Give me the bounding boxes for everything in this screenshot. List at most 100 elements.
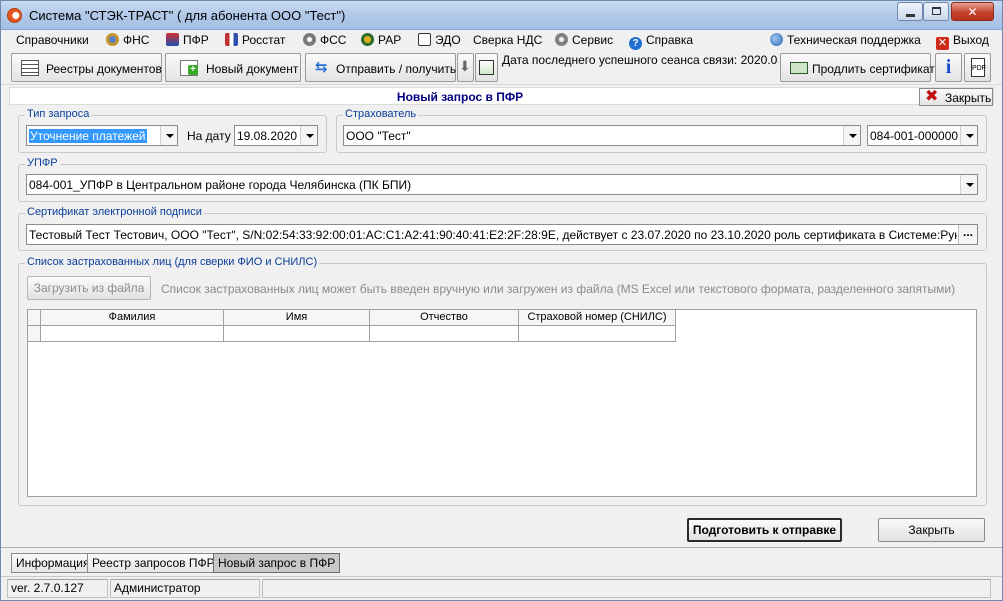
insurer-reg-number: 084-001-000000 (870, 129, 959, 143)
new-document-button[interactable]: + Новый документ (165, 53, 301, 82)
chevron-down-icon[interactable] (960, 175, 977, 194)
extend-certificate-label: Продлить сертификат (812, 62, 935, 76)
row-indicator (28, 326, 41, 342)
menu-exit-label: Выход (953, 33, 989, 47)
new-document-label: Новый документ (206, 62, 299, 76)
send-receive-label: Отправить / получить (336, 62, 457, 76)
column-header-snils[interactable]: Страховой номер (СНИЛС) (519, 310, 676, 326)
maximize-button[interactable] (923, 2, 949, 21)
date-label: На дату (187, 129, 231, 143)
menu-fns-label: ФНС (123, 33, 150, 47)
menu-directories[interactable]: Справочники (16, 33, 89, 47)
app-window: Система "СТЭК-ТРАСТ" ( для абонента ООО … (0, 0, 1003, 601)
add-icon: + (188, 65, 198, 75)
menu-rosstat[interactable]: Росстат (225, 33, 285, 47)
insurer-select[interactable]: ООО "Тест" (343, 125, 861, 146)
extend-certificate-button[interactable]: Продлить сертификат (780, 53, 935, 82)
send-receive-button[interactable]: ⇆ Отправить / получить (305, 53, 456, 82)
last-session-text: Дата последнего успешного сеанса связи: … (502, 53, 778, 67)
menu-help[interactable]: ? Справка (629, 33, 693, 50)
menu-bar: Справочники ФНС ПФР Росстат ФСС РАР ЭДО … (1, 30, 1002, 51)
request-type-select[interactable]: Уточнение платежей (26, 125, 178, 146)
title-bar: Система "СТЭК-ТРАСТ" ( для абонента ООО … (1, 1, 1002, 30)
registries-button[interactable]: Реестры документов (11, 53, 162, 82)
fns-icon (106, 33, 119, 46)
insured-persons-table[interactable]: Фамилия Имя Отчество Страховой номер (СН… (27, 309, 977, 497)
menu-rar-label: РАР (378, 33, 402, 47)
rar-icon (361, 33, 374, 46)
chevron-down-icon[interactable] (843, 126, 860, 145)
download-arrow-button[interactable]: ⬇ (457, 53, 474, 82)
upfr-select[interactable]: 084-001_УПФР в Центральном районе города… (26, 174, 978, 195)
chevron-down-icon[interactable] (300, 126, 317, 145)
request-type-legend: Тип запроса (25, 108, 92, 120)
column-header-name[interactable]: Имя (224, 310, 370, 326)
insurer-legend: Страхователь (343, 108, 419, 120)
form-header: Новый запрос в ПФР (9, 87, 994, 105)
cell-surname[interactable] (41, 326, 224, 342)
help-icon: ? (629, 37, 642, 50)
column-header-patronymic[interactable]: Отчество (370, 310, 519, 326)
window-title: Система "СТЭК-ТРАСТ" ( для абонента ООО … (29, 8, 346, 23)
send-receive-icon: ⇆ (315, 59, 328, 76)
close-icon: ✕ (967, 5, 978, 19)
menu-fns[interactable]: ФНС (106, 33, 149, 47)
pdf-icon: PDF (971, 58, 986, 77)
tab-information[interactable]: Информация (11, 553, 95, 573)
menu-service-label: Сервис (572, 33, 614, 47)
document-tabs: Информация Реестр запросов ПФР Новый зап… (1, 547, 1002, 574)
load-from-file-button[interactable]: Загрузить из файла (27, 276, 151, 300)
version-panel: ver. 2.7.0.127 (7, 579, 108, 598)
certificate-value: Тестовый Тест Тестович, ООО "Тест", S/N:… (29, 228, 957, 242)
insured-list-legend: Список застрахованных лиц (для сверки ФИ… (25, 256, 320, 268)
insured-list-hint: Список застрахованных лиц может быть вве… (161, 282, 956, 296)
cell-name[interactable] (224, 326, 370, 342)
minimize-button[interactable] (897, 2, 923, 21)
certificate-browse-button[interactable]: ... (958, 225, 977, 244)
menu-service[interactable]: Сервис (555, 33, 613, 47)
chevron-down-icon[interactable] (160, 126, 177, 145)
toolbar: Реестры документов + Новый документ ⇆ От… (1, 51, 1002, 85)
upfr-value: 084-001_УПФР в Центральном районе города… (29, 178, 412, 192)
pfr-icon (166, 33, 179, 46)
registry-list-icon (21, 60, 39, 76)
prepare-to-send-button[interactable]: Подготовить к отправке (687, 518, 842, 542)
close-red-x-icon: ✖ (925, 88, 939, 105)
insurer-reg-number-select[interactable]: 084-001-000000 (867, 125, 978, 146)
column-header-surname[interactable]: Фамилия (41, 310, 224, 326)
menu-pfr[interactable]: ПФР (166, 33, 209, 47)
certificate-field[interactable]: Тестовый Тест Тестович, ООО "Тест", S/N:… (26, 224, 978, 245)
menu-exit[interactable]: ✕ Выход (936, 33, 989, 50)
cell-snils[interactable] (519, 326, 676, 342)
menu-vat-reconciliation[interactable]: Сверка НДС (473, 33, 542, 47)
certificate-icon (790, 62, 808, 74)
tab-new-pfr-request[interactable]: Новый запрос в ПФР (213, 553, 341, 573)
menu-pfr-label: ПФР (183, 33, 209, 47)
menu-rar[interactable]: РАР (361, 33, 401, 47)
date-picker[interactable]: 19.08.2020 (234, 125, 318, 146)
menu-edo[interactable]: ЭДО (418, 33, 461, 47)
edo-icon (418, 33, 431, 46)
menu-fss[interactable]: ФСС (303, 33, 346, 47)
chevron-down-icon[interactable] (960, 126, 977, 145)
pdf-button[interactable]: PDF (964, 53, 991, 82)
close-window-button[interactable]: ✕ (951, 2, 994, 21)
registries-label: Реестры документов (46, 62, 162, 76)
close-form-top-button[interactable]: ✖ Закрыть (919, 88, 993, 106)
maximize-icon (932, 7, 941, 15)
fss-icon (303, 33, 316, 46)
menu-edo-label: ЭДО (435, 33, 461, 47)
info-icon: i (945, 56, 952, 78)
info-button[interactable]: i (935, 53, 962, 82)
close-form-button[interactable]: Закрыть (878, 518, 985, 542)
insurer-value: ООО "Тест" (346, 129, 411, 143)
minimize-icon (906, 14, 915, 17)
session-log-button[interactable] (475, 53, 498, 82)
cell-patronymic[interactable] (370, 326, 519, 342)
menu-tech-support-label: Техническая поддержка (787, 33, 921, 47)
menu-help-label: Справка (646, 33, 694, 47)
menu-tech-support[interactable]: Техническая поддержка (770, 33, 921, 47)
date-value: 19.08.2020 (237, 129, 298, 143)
menu-fss-label: ФСС (320, 33, 347, 47)
tab-pfr-request-registry[interactable]: Реестр запросов ПФР (87, 553, 220, 573)
